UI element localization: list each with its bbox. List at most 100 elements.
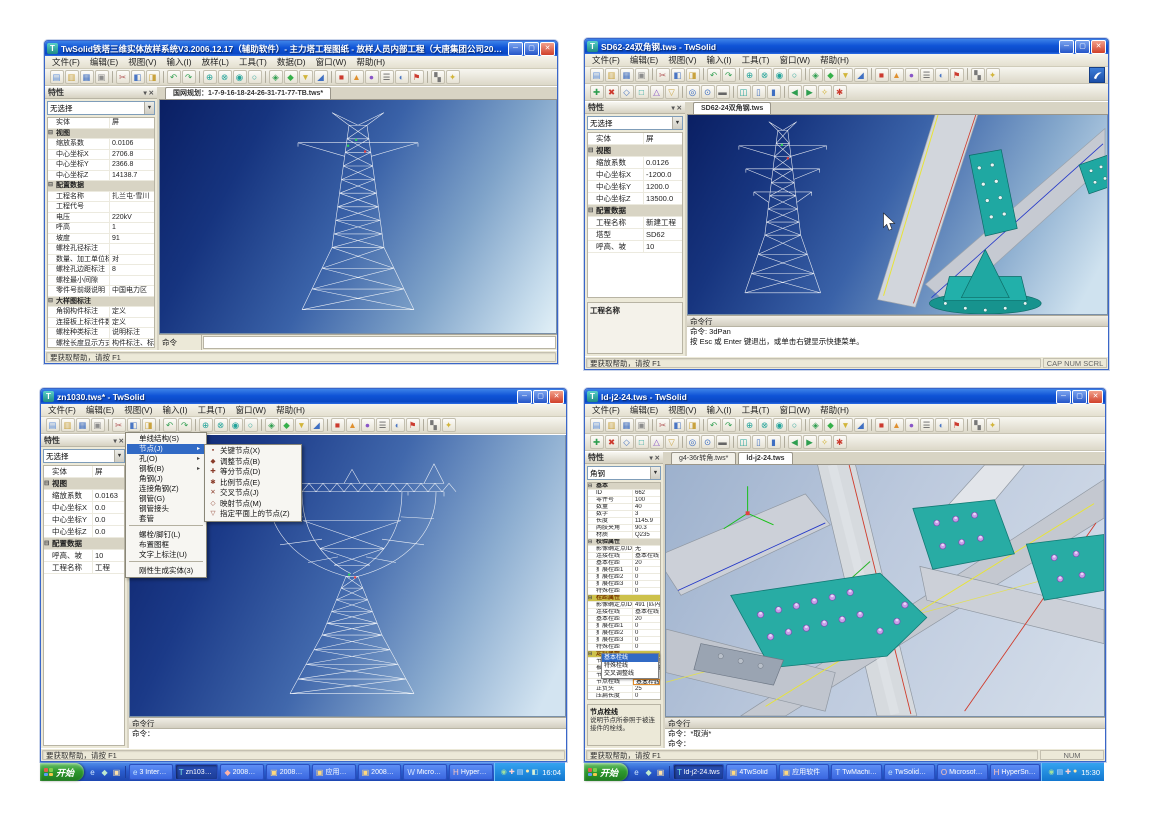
viewport-tower[interactable] [159,100,557,334]
taskbar-button[interactable]: HHyperSnap-DX [990,764,1041,780]
property-row[interactable]: ⊟实体屏 [588,133,682,145]
toolbar-icon[interactable] [652,419,653,431]
property-row[interactable]: ⊟扩展栓距10 [588,623,660,630]
property-row[interactable]: ⊟实体屏 [48,118,154,129]
menu-option[interactable]: 节点(J)▸ [127,444,205,454]
collapse-icon[interactable]: ⊟ [588,145,595,156]
toolbar-icon[interactable]: △ [650,435,664,449]
toolbar-icon[interactable] [733,86,734,98]
taskbar-button[interactable]: ◆2008通讯录 [220,764,264,780]
property-row[interactable]: ⊟螺栓种类标注说明标注 [48,328,154,339]
toolbar-icon[interactable] [805,68,806,80]
menu-item[interactable]: 数据(D) [272,56,311,68]
property-row[interactable]: ⊟配置数据 [44,538,124,550]
toolbar-icon[interactable]: ▤ [46,418,60,432]
titlebar[interactable]: T ld-j2-24.tws - TwSolid ─ ▢ ✕ [585,389,1105,404]
submenu-option[interactable]: ✱比例节点(E) [206,478,300,489]
toolbar-icon[interactable]: ⊙ [701,435,715,449]
submenu-option[interactable]: ✚等分节点(D) [206,467,300,478]
viewport-joint-3d[interactable] [687,115,1108,315]
toolbar-icon[interactable]: ◢ [854,68,868,82]
toolbar-icon[interactable]: ▽ [665,435,679,449]
property-row[interactable]: ⊟校验属性 [588,539,660,546]
toolbar-icon[interactable] [967,419,968,431]
property-row[interactable]: ⊟中心坐标Y0.0 [44,514,124,526]
toolbar-icon[interactable] [427,71,428,83]
toolbar-icon[interactable]: ⊕ [743,418,757,432]
toolbar-icon[interactable]: ⊗ [758,418,772,432]
toolbar-icon[interactable]: ■ [335,70,349,84]
toolbar-icon[interactable] [112,71,113,83]
property-row[interactable]: ⊟中心坐标X2706.8 [48,150,154,161]
toolbar-icon[interactable]: ◐ [391,418,405,432]
property-row[interactable]: ⊟配置数据 [588,205,682,217]
property-row[interactable]: ⊟长度1145.9 [588,518,660,525]
menu-item[interactable]: 文件(F) [43,404,81,416]
command-line[interactable]: 命令： [129,729,566,739]
toolbar-icon[interactable]: ◧ [671,418,685,432]
toolbar-icon[interactable]: ▦ [76,418,90,432]
toolbar-icon[interactable]: ▲ [890,68,904,82]
menu-item[interactable]: 窗口(W) [774,54,815,66]
toolbar-icon[interactable]: ◨ [142,418,156,432]
toolbar-icon[interactable] [682,436,683,448]
menu-item[interactable]: 工具(T) [234,56,272,68]
menu-item[interactable]: 文件(F) [47,56,85,68]
collapse-icon[interactable]: ⊟ [588,595,595,601]
toolbar-icon[interactable]: ◇ [620,85,634,99]
toolbar-icon[interactable] [967,68,968,80]
property-row[interactable]: ⊟视图 [44,478,124,490]
taskbar-button[interactable]: e3 Interne... [129,764,173,780]
quick-launch-icon[interactable]: e [87,766,98,778]
toolbar-icon[interactable]: ◨ [686,418,700,432]
toolbar-icon[interactable]: ● [905,418,919,432]
toolbar-icon[interactable]: ↶ [167,70,181,84]
toolbar-icon[interactable]: ◎ [686,85,700,99]
menu-item[interactable]: 视图(V) [119,404,157,416]
toolbar-icon[interactable]: ▣ [635,68,649,82]
view-tab[interactable]: ld-j2-24.tws [738,452,792,464]
panel-close-icon[interactable]: ▾ ✕ [143,89,154,97]
menu-item[interactable]: 窗口(W) [774,404,815,416]
toolbar-icon[interactable]: ○ [244,418,258,432]
taskbar-button[interactable]: ▣4TwSolid [726,764,777,780]
tray-icon[interactable]: ✚ [509,768,515,776]
tray-icon[interactable]: ● [1073,768,1077,776]
toolbar-icon[interactable]: ◈ [809,68,823,82]
quick-launch-icon[interactable]: ◆ [643,766,654,778]
titlebar[interactable]: T zn1030.tws* - TwSolid ─ ▢ ✕ [41,389,566,404]
property-row[interactable]: ⊟正负头25 [588,686,660,693]
toolbar-icon[interactable]: ☰ [380,70,394,84]
chevron-down-icon[interactable]: ▼ [650,467,660,479]
toolbar-icon[interactable] [703,419,704,431]
view-tab[interactable]: g4-36r转角.tws* [671,452,736,464]
property-row[interactable]: ⊟连接板上标注件数定义 [48,318,154,329]
taskbar-button[interactable]: WMicrosoft... [403,764,447,780]
toolbar-icon[interactable]: ▥ [61,418,75,432]
toolbar-icon[interactable]: ◢ [314,70,328,84]
toolbar-icon[interactable]: ✖ [605,435,619,449]
property-row[interactable]: ⊟基本栓距20 [588,560,660,567]
menu-option[interactable]: 钢管接头 [127,504,205,514]
menu-option[interactable]: 单线结构(S) [127,434,205,444]
submenu-option[interactable]: ▽指定平面上的节点(Z) [206,509,300,520]
property-row[interactable]: ⊟扩展栓距20 [588,630,660,637]
menu-item[interactable]: 编辑(E) [81,404,119,416]
toolbar-icon[interactable]: ◀ [788,435,802,449]
collapse-icon[interactable]: ⊟ [48,129,55,139]
minimize-button[interactable]: ─ [1059,40,1074,54]
toolbar-icon[interactable] [195,419,196,431]
menu-item[interactable]: 工具(T) [193,404,231,416]
toolbar-icon[interactable]: ◢ [310,418,324,432]
toolbar-icon[interactable]: ⊙ [701,85,715,99]
toolbar-icon[interactable]: ◉ [233,70,247,84]
property-row[interactable]: ⊟数量40 [588,504,660,511]
toolbar-icon[interactable]: ↷ [722,68,736,82]
toolbar-icon[interactable]: ↷ [722,418,736,432]
toolbar-icon[interactable]: ⊗ [218,70,232,84]
panel-close-icon[interactable]: ▾ ✕ [113,437,124,445]
property-row[interactable]: ⊟呼高、坡10 [588,241,682,253]
property-row[interactable]: ⊟电压220kV [48,213,154,224]
tray-icon[interactable]: ● [525,768,529,776]
toolbar-icon[interactable]: ◉ [773,68,787,82]
